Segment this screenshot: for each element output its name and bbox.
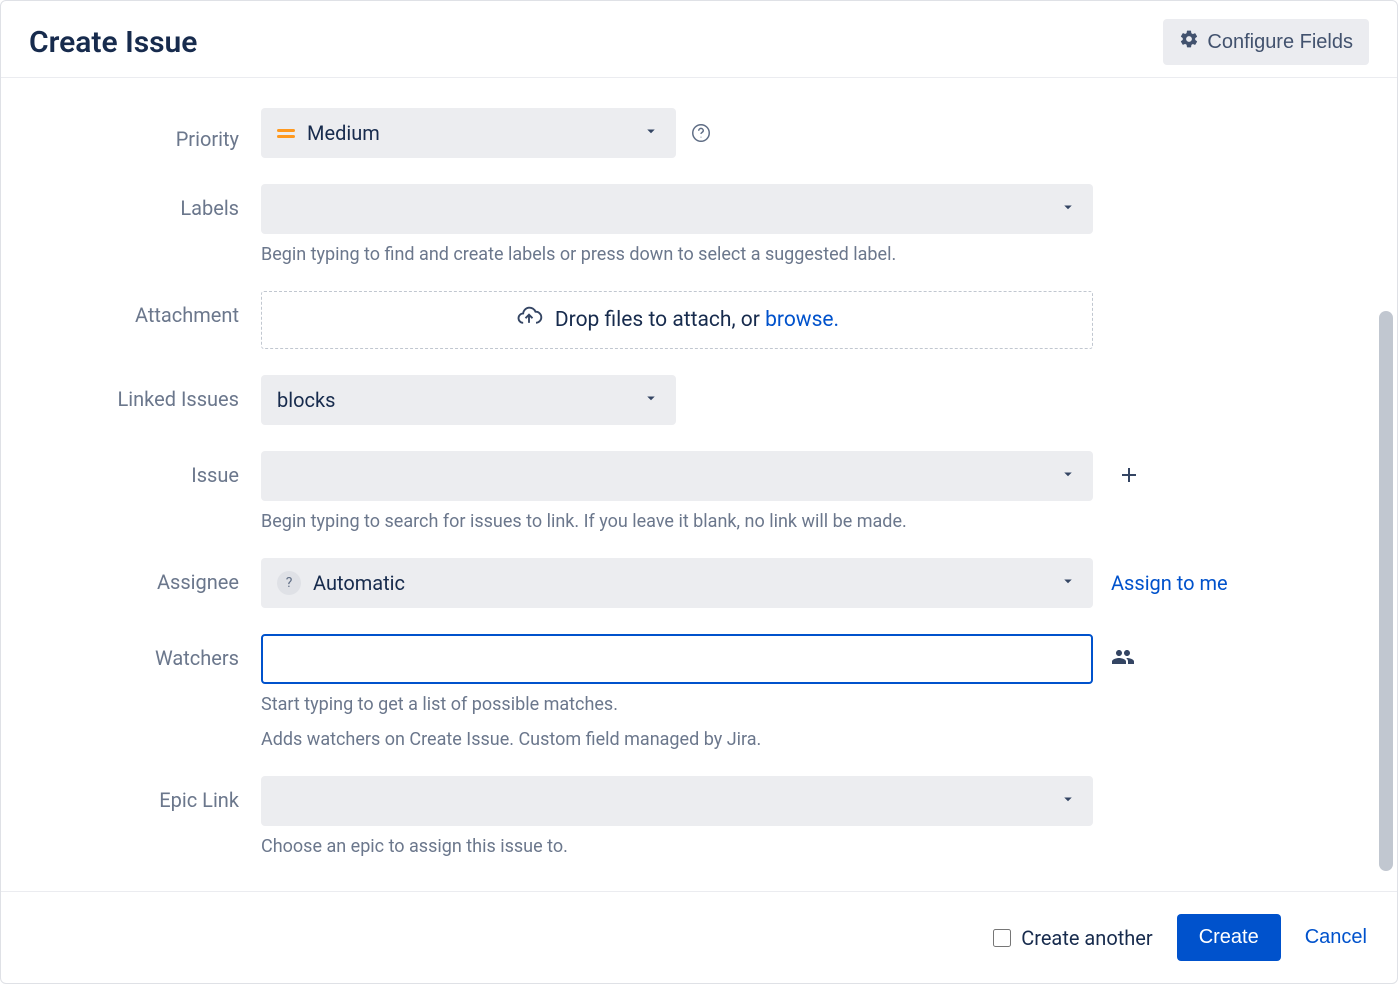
assignee-label: Assignee — [61, 558, 261, 594]
attachment-browse-link[interactable]: browse. — [765, 308, 839, 332]
upload-icon — [515, 303, 543, 337]
attachment-row: Attachment Drop files to attach, or brow… — [61, 291, 1337, 349]
linked-issues-row: Linked Issues blocks — [61, 375, 1337, 425]
watchers-input[interactable] — [261, 634, 1093, 684]
watchers-hint-2: Adds watchers on Create Issue. Custom fi… — [261, 729, 1301, 750]
priority-value: Medium — [307, 121, 380, 145]
labels-hint: Begin typing to find and create labels o… — [261, 244, 1301, 265]
labels-row: Labels Begin typing to find and create l… — [61, 184, 1337, 265]
priority-label: Priority — [61, 115, 261, 151]
dialog-title: Create Issue — [29, 25, 197, 60]
issue-row: Issue Begin typing to search for issues … — [61, 451, 1337, 532]
issue-label: Issue — [61, 451, 261, 487]
epic-link-row: Epic Link Choose an epic to assign this … — [61, 776, 1337, 857]
priority-row: Priority Medium — [61, 108, 1337, 158]
create-issue-dialog: Create Issue Configure Fields Priority M… — [0, 0, 1398, 984]
watchers-label: Watchers — [61, 634, 261, 670]
labels-select[interactable] — [261, 184, 1093, 234]
epic-link-hint: Choose an epic to assign this issue to. — [261, 836, 1301, 857]
priority-field: Medium — [261, 108, 1301, 158]
chevron-down-icon — [1059, 197, 1077, 221]
watchers-row: Watchers Start typing to get a list of p… — [61, 634, 1337, 750]
create-another-checkbox[interactable] — [993, 929, 1011, 947]
linked-issues-select[interactable]: blocks — [261, 375, 676, 425]
epic-link-select[interactable] — [261, 776, 1093, 826]
help-icon[interactable] — [690, 122, 712, 144]
create-another-wrapper[interactable]: Create another — [993, 926, 1152, 950]
plus-icon — [1117, 475, 1141, 490]
unassigned-avatar-icon: ? — [277, 571, 301, 595]
gear-icon — [1179, 29, 1199, 55]
configure-fields-label: Configure Fields — [1207, 31, 1353, 54]
add-issue-button[interactable] — [1111, 457, 1147, 496]
epic-link-label: Epic Link — [61, 776, 261, 812]
assignee-row: Assignee ? Automatic Assign to me — [61, 558, 1337, 608]
attachment-drop-text: Drop files to attach, or browse. — [555, 308, 839, 332]
chevron-down-icon — [1059, 571, 1077, 595]
create-another-label: Create another — [1021, 926, 1152, 950]
scrollbar-thumb[interactable] — [1379, 311, 1393, 871]
create-button[interactable]: Create — [1177, 914, 1281, 961]
dialog-header: Create Issue Configure Fields — [1, 1, 1397, 78]
people-icon[interactable] — [1111, 645, 1135, 673]
chevron-down-icon — [642, 388, 660, 412]
dialog-footer: Create another Create Cancel — [1, 891, 1397, 983]
priority-select[interactable]: Medium — [261, 108, 676, 158]
chevron-down-icon — [1059, 789, 1077, 813]
assign-to-me-link[interactable]: Assign to me — [1111, 571, 1228, 595]
linked-issues-label: Linked Issues — [61, 375, 261, 411]
attachment-label: Attachment — [61, 291, 261, 327]
issue-select[interactable] — [261, 451, 1093, 501]
scrollbar-track — [1379, 91, 1393, 909]
assignee-select[interactable]: ? Automatic — [261, 558, 1093, 608]
watchers-hint-1: Start typing to get a list of possible m… — [261, 694, 1301, 715]
chevron-down-icon — [642, 121, 660, 145]
assignee-value: Automatic — [313, 571, 405, 595]
priority-medium-icon — [277, 129, 295, 138]
attachment-dropzone[interactable]: Drop files to attach, or browse. — [261, 291, 1093, 349]
linked-issues-value: blocks — [277, 388, 335, 412]
labels-label: Labels — [61, 184, 261, 220]
issue-hint: Begin typing to search for issues to lin… — [261, 511, 1301, 532]
dialog-body: Priority Medium Labels — [1, 78, 1397, 891]
chevron-down-icon — [1059, 464, 1077, 488]
cancel-button[interactable]: Cancel — [1305, 926, 1367, 949]
configure-fields-button[interactable]: Configure Fields — [1163, 19, 1369, 65]
